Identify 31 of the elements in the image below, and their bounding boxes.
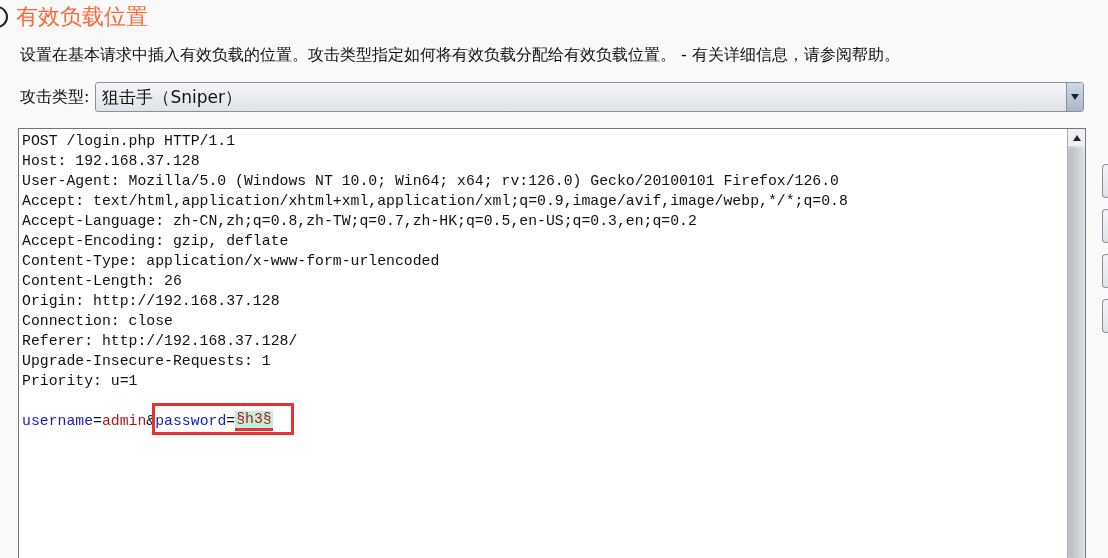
request-line: Referer: http://192.168.37.128/ — [22, 332, 299, 351]
request-line: User-Agent: Mozilla/5.0 (Windows NT 10.0; Win64; x64; rv:126.0) Gecko/20100101 Firefox/126.0 — [22, 172, 840, 191]
param-name: username — [22, 412, 94, 431]
request-line: Accept-Encoding: gzip, deflate — [22, 232, 290, 251]
request-line: Content-Type: application/x-www-form-urlencoded — [22, 252, 441, 271]
payload-marker: §h3§ — [235, 411, 273, 431]
param-value: admin — [101, 412, 147, 431]
body-text: = — [93, 412, 102, 431]
side-button[interactable] — [1102, 209, 1108, 243]
scrollbar[interactable] — [1067, 129, 1085, 558]
side-button[interactable] — [1102, 164, 1108, 198]
scroll-up-icon[interactable] — [1068, 129, 1085, 146]
request-line: Host: 192.168.37.128 — [22, 152, 201, 171]
request-line: Connection: close — [22, 312, 174, 331]
attack-type-label: 攻击类型: — [20, 86, 90, 108]
request-line: Accept-Language: zh-CN,zh;q=0.8,zh-TW;q=0.7,zh-HK;q=0.5,en-US;q=0.3,en;q=0.2 — [22, 212, 698, 231]
request-line: POST /login.php HTTP/1.1 — [22, 132, 237, 151]
param-name: password — [155, 412, 227, 431]
attack-type-dropdown[interactable]: 狙击手（Sniper） — [95, 82, 1084, 112]
body-text: = — [226, 412, 236, 431]
section-title: 有效负载位置 — [16, 3, 148, 31]
side-button[interactable] — [1102, 299, 1108, 333]
side-button[interactable] — [1102, 254, 1108, 288]
request-line: Upgrade-Insecure-Requests: 1 — [22, 352, 272, 371]
scroll-thumb[interactable] — [1069, 148, 1084, 558]
request-line: Priority: u=1 — [22, 372, 139, 391]
section-description: 设置在基本请求中插入有效负载的位置。攻击类型指定如何将有效负载分配给有效负载位置。 - 有关详细信息，请参阅帮助。 — [20, 44, 901, 66]
request-line: Content-Length: 26 — [22, 272, 183, 291]
request-line: Origin: http://192.168.37.128 — [22, 292, 281, 311]
request-line: Accept: text/html,application/xhtml+xml,application/xml;q=0.9,image/avif,image/webp,*/*;q=0.8 — [22, 192, 849, 211]
request-editor[interactable] — [18, 128, 1086, 558]
